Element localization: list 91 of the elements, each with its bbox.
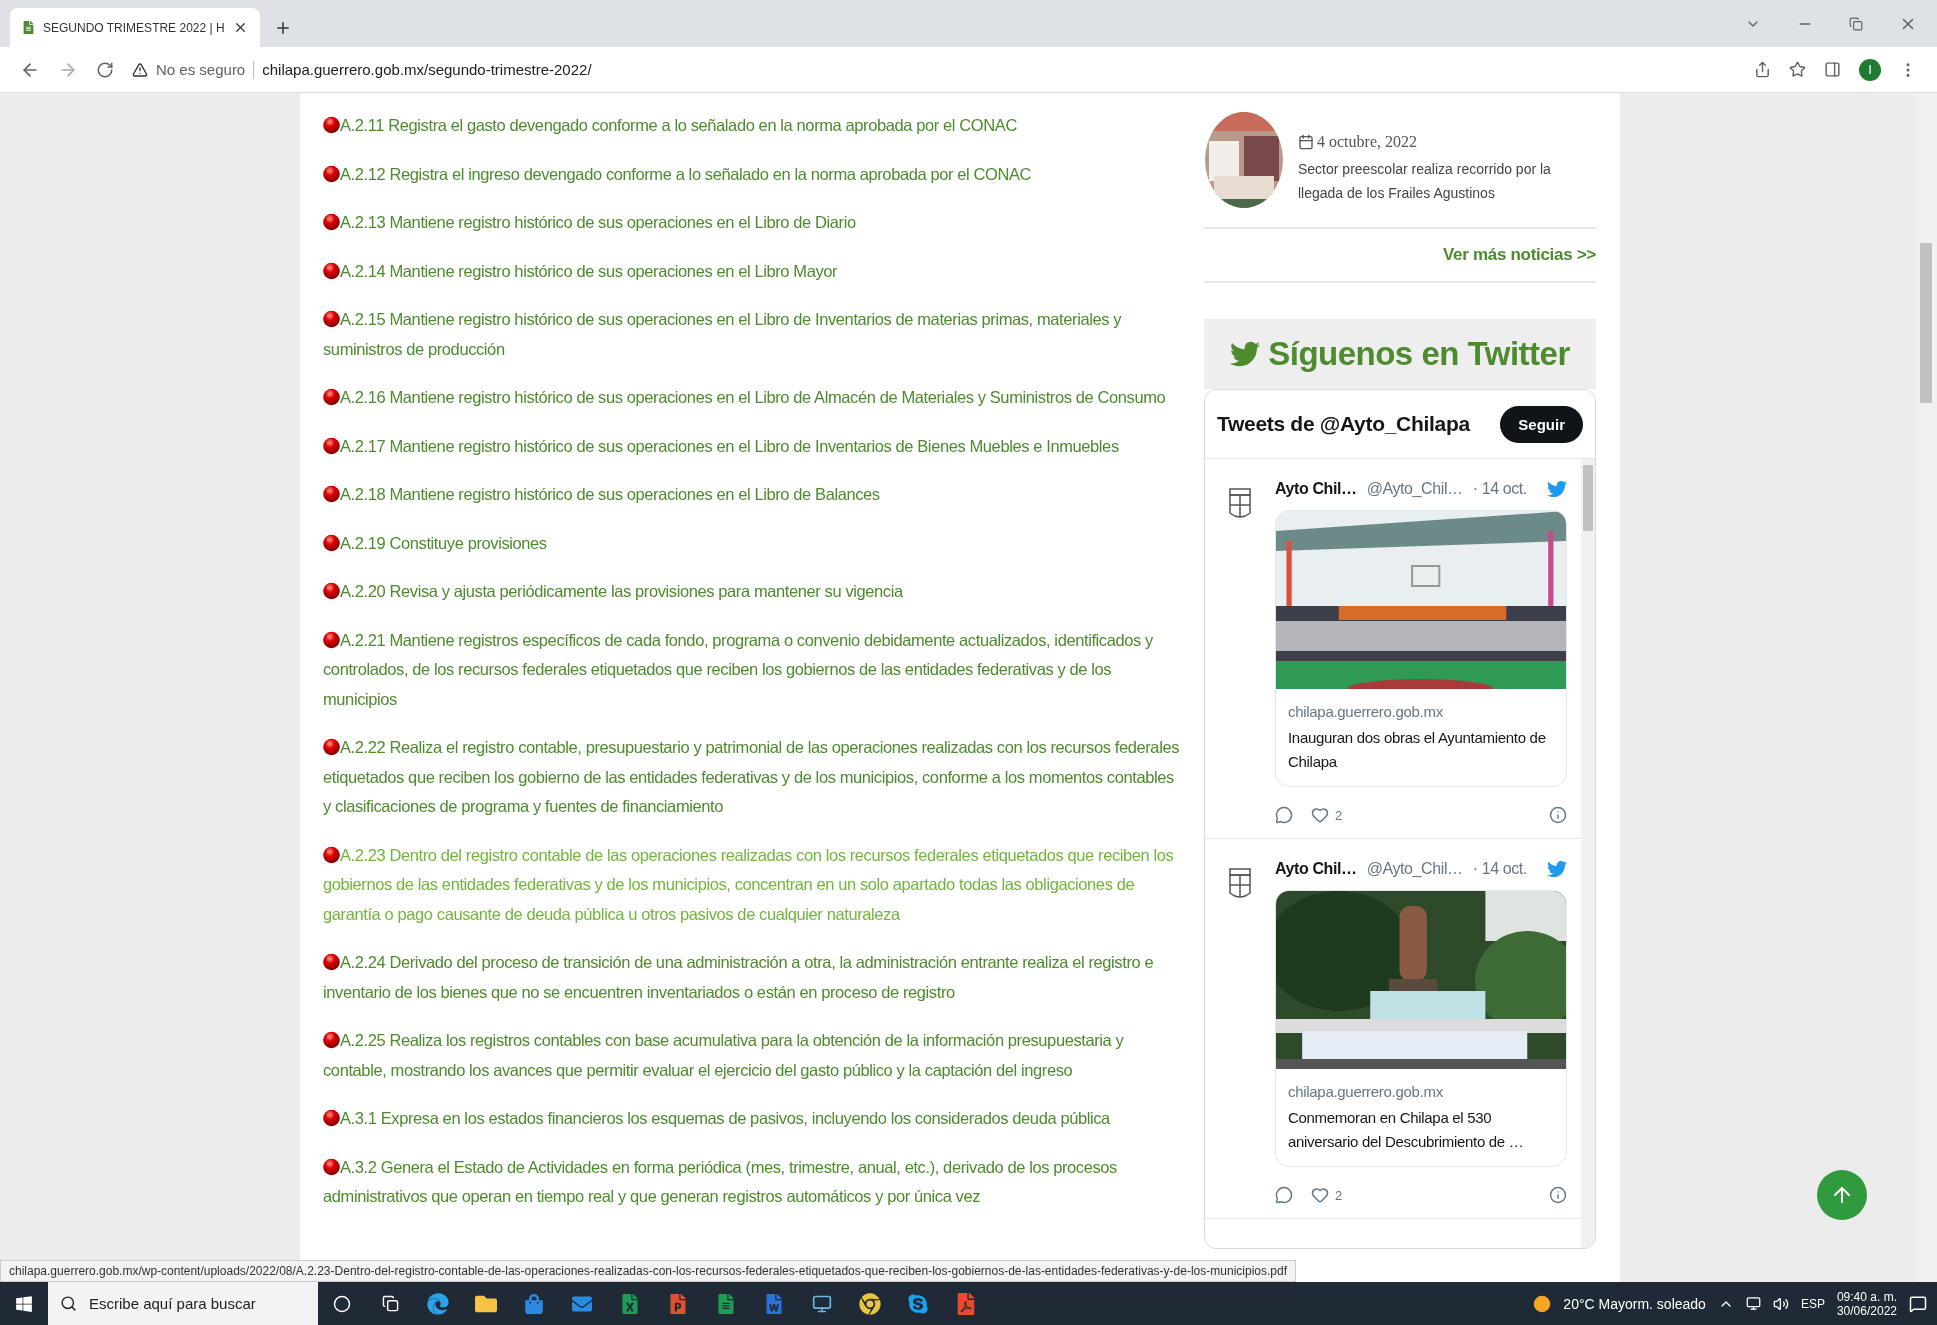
- bird-icon: [1230, 339, 1261, 369]
- link-card[interactable]: chilapa.guerrero.gob.mx Inauguran dos obras el Ayuntamiento de Chilapa: [1275, 510, 1567, 787]
- bullet-icon: [323, 581, 340, 601]
- bullet-icon: [323, 952, 340, 972]
- scrollbar[interactable]: [1915, 93, 1937, 1282]
- reload-icon[interactable]: [96, 60, 114, 79]
- document-link[interactable]: A.2.23 Dentro del registro contable de las operaciones realizadas con los recursos federales etiquetados que reciben los gobiernos de las entidades federativas y de los municipios, concentran en un solo apartado todas las obligaciones de garantía o pago causante de deuda pública u otros pasivos de cualquier naturaleza: [323, 840, 1183, 929]
- follow-button[interactable]: Seguir: [1500, 405, 1583, 443]
- document-link[interactable]: A.3.1 Expresa en los estados financieros los esquemas de pasivos, incluyendo los considerados deuda pública: [323, 1104, 1183, 1134]
- calendar-icon: [1298, 134, 1314, 150]
- tweet-handle: @Ayto_Chil…: [1366, 480, 1463, 498]
- bullet-icon: [323, 212, 340, 232]
- bullet-icon: [323, 1030, 340, 1050]
- reply-icon[interactable]: [1275, 806, 1293, 824]
- address-bar[interactable]: No es seguro chilapa.guerrero.gob.mx/segundo-trimestre-2022/: [132, 52, 1736, 87]
- news-date: 4 octubre, 2022: [1317, 133, 1417, 151]
- tweet-date[interactable]: · 14 oct.: [1472, 480, 1527, 498]
- search-input[interactable]: Escribe aquí para buscar: [87, 1294, 291, 1313]
- document-link[interactable]: A.2.17 Mantiene registro histórico de sus operaciones en el Libro de Inventarios de Bienes Muebles e Inmuebles: [323, 431, 1183, 461]
- clock-time[interactable]: 09:40 a. m.: [1836, 1289, 1897, 1304]
- document-link[interactable]: A.2.13 Mantiene registro histórico de sus operaciones en el Libro de Diario: [323, 208, 1183, 238]
- bullet-icon: [323, 737, 340, 757]
- like-count: 2: [1335, 807, 1343, 823]
- more-news-link[interactable]: Ver más noticias >>: [1442, 245, 1596, 265]
- document-link[interactable]: A.2.15 Mantiene registro histórico de sus operaciones en el Libro de Inventarios de materias primas, materiales y suministros de producción: [323, 305, 1183, 364]
- bullet-icon: [323, 309, 340, 329]
- bullet-icon: [323, 260, 340, 281]
- restore-icon[interactable]: [1849, 16, 1863, 31]
- link-card[interactable]: chilapa.guerrero.gob.mx Conmemoran en Chilapa el 530 aniversario del Descubrimiento de …: [1275, 890, 1567, 1167]
- favicon-icon: [22, 21, 35, 34]
- tweet-author[interactable]: Ayto Chil…: [1275, 860, 1357, 878]
- warning-icon: [132, 61, 148, 78]
- side-panel-icon[interactable]: [1824, 61, 1841, 78]
- card-title: Inauguran dos obras el Ayuntamiento de Chilapa: [1288, 728, 1547, 772]
- bullet-icon: [323, 435, 340, 456]
- heart-icon[interactable]: [1311, 1186, 1329, 1204]
- url-text: chilapa.guerrero.gob.mx/segundo-trimestre-2022/: [262, 61, 592, 78]
- scrollbar[interactable]: [1581, 459, 1595, 1248]
- volume-icon[interactable]: [1772, 1295, 1789, 1312]
- card-domain: chilapa.guerrero.gob.mx: [1288, 703, 1444, 720]
- news-title[interactable]: Sector preescolar realiza recorrido por la llegada de los Frailes Agustinos: [1298, 157, 1596, 205]
- info-icon[interactable]: [1549, 1186, 1567, 1204]
- document-link[interactable]: A.2.14 Mantiene registro histórico de sus operaciones en el Libro Mayor: [323, 256, 1183, 286]
- bullet-icon: [323, 1156, 340, 1177]
- bullet-icon: [323, 844, 340, 865]
- heart-icon[interactable]: [1311, 806, 1329, 824]
- document-link[interactable]: A.2.19 Constituye provisiones: [323, 528, 1183, 558]
- twitter-heading: Síguenos en Twitter: [1268, 335, 1570, 373]
- language-indicator[interactable]: ESP: [1800, 1296, 1825, 1311]
- star-icon[interactable]: [1789, 61, 1806, 78]
- document-link[interactable]: A.2.16 Mantiene registro histórico de sus operaciones en el Libro de Almacén de Materiales y Suministros de Consumo: [323, 383, 1183, 413]
- weather-text[interactable]: 20°C Mayorm. soleado: [1563, 1295, 1706, 1312]
- bullet-icon: [323, 1108, 340, 1128]
- info-icon[interactable]: [1549, 806, 1567, 824]
- tweet-author[interactable]: Ayto Chil…: [1275, 480, 1357, 498]
- tab-title: SEGUNDO TRIMESTRE 2022 | H: [43, 20, 225, 35]
- document-link[interactable]: A.2.11 Registra el gasto devengado conforme a lo señalado en la norma aprobada por el CONAC: [323, 111, 1183, 141]
- like-count: 2: [1335, 1187, 1343, 1203]
- document-link[interactable]: A.2.25 Realiza los registros contables con base acumulativa para la obtención de la información presupuestaria y contable, mostrando los avances que permitir evaluar el ejercicio del gasto público y la captación del ingreso: [323, 1026, 1183, 1085]
- document-link[interactable]: A.2.12 Registra el ingreso devengado conforme a lo señalado en la norma aprobada por el CONAC: [323, 159, 1183, 189]
- browser-tab[interactable]: SEGUNDO TRIMESTRE 2022 | H: [10, 8, 260, 47]
- document-link[interactable]: A.2.24 Derivado del proceso de transición de una administración a otra, la administración entrante realiza el registro e inventario de los bienes que no se encuentren inventariados o están en proceso de registro: [323, 948, 1183, 1007]
- reply-icon[interactable]: [1275, 1186, 1293, 1204]
- tweet-date[interactable]: · 14 oct.: [1472, 860, 1527, 878]
- bird-icon[interactable]: [1547, 479, 1567, 499]
- bullet-icon: [323, 163, 340, 184]
- bird-icon[interactable]: [1547, 859, 1567, 879]
- notification-icon[interactable]: [1909, 1294, 1927, 1313]
- status-url: chilapa.guerrero.gob.mx/wp-content/uploads/2022/08/A.2.23-Dentro-del-registro-contable-de-las-operaciones-realizadas-con-los-recursos-federales-etiquetados-que-reciben-los-gobiernos-de-las-entidades-federativas-y-de-los-municipios.pdf: [0, 1260, 1296, 1282]
- bullet-icon: [323, 532, 340, 553]
- card-title: Conmemoran en Chilapa el 530 aniversario del Descubrimiento de …: [1288, 1108, 1525, 1152]
- clock-date[interactable]: 30/06/2022: [1836, 1303, 1897, 1318]
- timeline-title: Tweets de @Ayto_Chilapa: [1217, 412, 1470, 436]
- bullet-icon: [323, 629, 340, 650]
- document-link[interactable]: A.3.2 Genera el Estado de Actividades en forma periódica (mes, trimestre, anual, etc.), derivado de los procesos administrativos que operan en tiempo real y que generan registros automáticos y por única vez: [323, 1152, 1183, 1212]
- tweet-handle: @Ayto_Chil…: [1366, 860, 1463, 878]
- weather-icon[interactable]: [1533, 1294, 1552, 1313]
- share-icon[interactable]: [1754, 61, 1771, 78]
- document-link[interactable]: A.2.20 Revisa y ajusta periódicamente las provisiones para mantener su vigencia: [323, 577, 1183, 607]
- monitor-icon[interactable]: [1745, 1296, 1761, 1311]
- document-link[interactable]: A.2.22 Realiza el registro contable, presupuestario y patrimonial de las operaciones realizadas con los recursos federales etiquetados que reciben los gobierno de las entidades federativas y de los municipios, conforme a los momentos contables y clasificaciones de programa y fuentes de financiamiento: [323, 733, 1183, 822]
- profile-avatar[interactable]: I: [1859, 58, 1881, 81]
- bullet-icon: [323, 387, 340, 407]
- taskbar-search[interactable]: Escribe aquí para buscar: [48, 1282, 318, 1325]
- bullet-icon: [323, 484, 340, 504]
- security-warning: No es seguro: [156, 61, 246, 78]
- document-link[interactable]: A.2.21 Mantiene registros específicos de cada fondo, programa o convenio debidamente actualizados, identificados y controlados, de los recursos federales etiquetados que reciben los gobiernos de las entidades federativas y de los municipios: [323, 625, 1183, 714]
- bullet-icon: [323, 115, 340, 135]
- search-icon: [60, 1295, 77, 1312]
- card-domain: chilapa.guerrero.gob.mx: [1288, 1083, 1444, 1100]
- document-link[interactable]: A.2.18 Mantiene registro histórico de sus operaciones en el Libro de Balances: [323, 480, 1183, 510]
